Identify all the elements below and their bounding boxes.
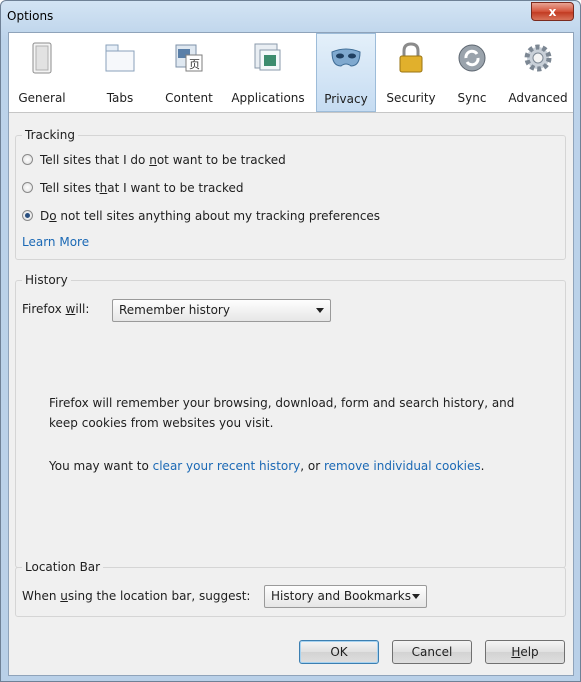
help-button[interactable]: Help xyxy=(485,640,565,664)
tab-label: Sync xyxy=(457,91,487,105)
svg-text:页: 页 xyxy=(189,58,200,71)
radio-button-selected[interactable] xyxy=(22,210,33,221)
advanced-gear-icon xyxy=(524,44,552,72)
location-bar-suggest-value: History and Bookmarks xyxy=(271,589,411,603)
radio-label: Tell sites that I want to be tracked xyxy=(40,181,244,195)
tab-security[interactable]: Security xyxy=(381,33,441,112)
history-mode-value: Remember history xyxy=(119,303,230,317)
location-bar-suggest-label: When using the location bar, suggest: xyxy=(22,589,251,603)
tab-sync[interactable]: Sync xyxy=(447,33,497,112)
radio-button[interactable] xyxy=(22,182,33,193)
tab-privacy[interactable]: Privacy xyxy=(316,33,376,112)
firefox-will-label: Firefox will: xyxy=(22,302,90,316)
history-hint: You may want to clear your recent histor… xyxy=(49,459,485,473)
preferences-toolbar: General Tabs 页 Content Applications Priv… xyxy=(9,33,573,113)
radio-label: Tell sites that I do not want to be trac… xyxy=(40,153,286,167)
tab-label: Applications xyxy=(231,91,305,105)
tab-advanced[interactable]: Advanced xyxy=(505,33,571,112)
tab-tabs[interactable]: Tabs xyxy=(95,33,145,112)
cancel-button[interactable]: Cancel xyxy=(392,640,472,664)
tab-general[interactable]: General xyxy=(13,33,71,112)
location-bar-suggest-select[interactable]: History and Bookmarks xyxy=(264,585,427,608)
history-group: History Firefox will: Remember history F… xyxy=(15,273,566,568)
location-bar-legend: Location Bar xyxy=(22,560,104,574)
options-window: Options x General Tabs 页 Content Applica… xyxy=(0,0,581,682)
dialog-button-bar: OK Cancel Help xyxy=(9,640,573,666)
tab-label: General xyxy=(18,91,66,105)
clear-recent-history-link[interactable]: clear your recent history xyxy=(153,459,301,473)
close-button[interactable]: x xyxy=(531,2,574,21)
remove-individual-cookies-link[interactable]: remove individual cookies xyxy=(324,459,481,473)
radio-label: Do not tell sites anything about my trac… xyxy=(40,209,381,223)
sync-icon xyxy=(458,44,486,72)
tracking-legend: Tracking xyxy=(22,128,78,142)
tracking-group: Tracking Tell sites that I do not want t… xyxy=(15,128,566,260)
tab-label: Security xyxy=(386,91,436,105)
general-switch-icon xyxy=(32,42,52,74)
tab-applications[interactable]: Applications xyxy=(227,33,309,112)
tab-label: Advanced xyxy=(508,91,568,105)
privacy-mask-icon xyxy=(331,48,361,67)
location-bar-group: Location Bar When using the location bar… xyxy=(15,560,566,617)
radio-button[interactable] xyxy=(22,154,33,165)
dialog-client-area: General Tabs 页 Content Applications Priv… xyxy=(8,32,574,676)
ok-button[interactable]: OK xyxy=(299,640,379,664)
history-description: Firefox will remember your browsing, dow… xyxy=(49,396,515,430)
window-title: Options xyxy=(7,9,54,23)
chevron-down-icon xyxy=(316,308,324,313)
content-icon: 页 xyxy=(175,44,203,72)
security-lock-icon xyxy=(399,42,423,73)
chevron-down-icon xyxy=(412,594,420,599)
history-legend: History xyxy=(22,273,71,287)
tabs-icon xyxy=(105,44,135,72)
tab-content[interactable]: 页 Content xyxy=(159,33,219,112)
title-bar[interactable]: Options x xyxy=(1,1,580,31)
tab-label: Privacy xyxy=(324,92,368,106)
history-mode-select[interactable]: Remember history xyxy=(112,299,331,322)
applications-icon xyxy=(254,43,281,71)
tab-label: Content xyxy=(165,91,213,105)
learn-more-link[interactable]: Learn More xyxy=(22,235,89,249)
tab-label: Tabs xyxy=(106,91,134,105)
